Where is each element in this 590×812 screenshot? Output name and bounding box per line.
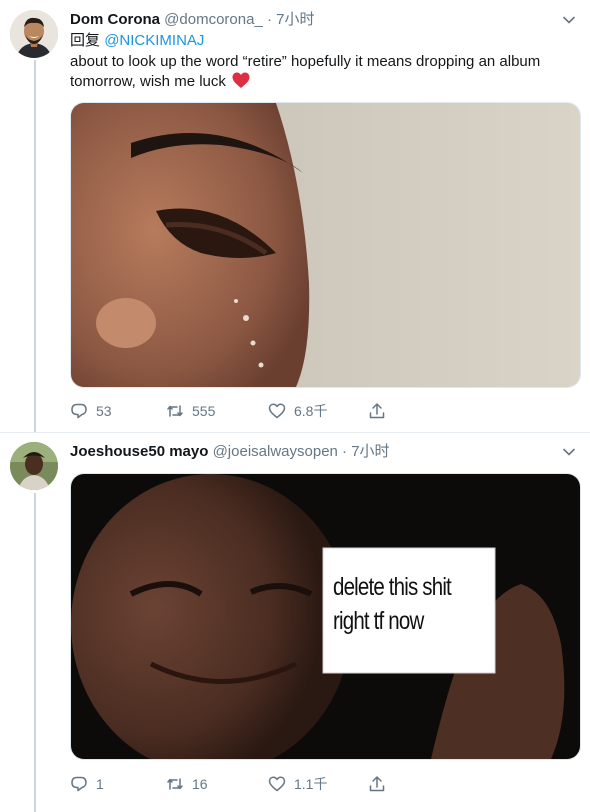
tweet-body: about to look up the word “retire” hopef…	[70, 53, 541, 90]
retweet-icon	[167, 778, 183, 790]
heart-emoji	[232, 72, 250, 95]
sign-line-2: right tf now	[333, 607, 424, 635]
tweet-header: Dom Corona @domcorona_ · 7小时	[70, 10, 314, 30]
thread-line	[34, 493, 36, 812]
timestamp[interactable]: 7小时	[351, 443, 389, 460]
tweet-1[interactable]: Dom Corona @domcorona_ · 7小时 回复 @NICKIMI…	[0, 0, 590, 432]
reply-icon	[71, 403, 87, 419]
share-button[interactable]	[368, 400, 386, 422]
share-button[interactable]	[368, 773, 386, 795]
thread-line	[34, 60, 36, 432]
avatar[interactable]	[10, 10, 58, 58]
retweet-count: 555	[192, 403, 216, 419]
timestamp[interactable]: 7小时	[276, 11, 314, 28]
sign-line-1: delete this shit	[333, 573, 452, 601]
reply-prefix: 回复	[70, 32, 101, 49]
reply-context: 回复 @NICKIMINAJ	[70, 31, 204, 51]
tweet-actions: 53 555 6.8千	[70, 400, 400, 422]
user-handle[interactable]: @domcorona_	[164, 11, 263, 28]
share-icon	[369, 403, 385, 419]
like-icon	[268, 403, 286, 419]
like-button[interactable]: 1.1千	[268, 773, 327, 795]
tweet-photo[interactable]: delete this shit right tf now	[70, 473, 581, 760]
reply-button[interactable]: 1	[70, 773, 104, 795]
retweet-icon	[167, 405, 183, 417]
chevron-down-icon[interactable]	[562, 13, 576, 27]
like-icon	[268, 776, 286, 792]
retweet-button[interactable]: 16	[166, 773, 208, 795]
reply-count: 53	[96, 403, 112, 419]
like-count: 6.8千	[294, 403, 328, 419]
tweet-header: Joeshouse50 mayo @joeisalwaysopen · 7小时	[70, 442, 390, 462]
reply-icon	[71, 776, 87, 792]
reply-count: 1	[96, 776, 104, 792]
user-handle[interactable]: @joeisalwaysopen	[213, 443, 338, 460]
separator-dot: ·	[266, 11, 272, 28]
tweet-text: about to look up the word “retire” hopef…	[70, 52, 575, 95]
retweet-button[interactable]: 555	[166, 400, 215, 422]
tweet-photo[interactable]	[70, 102, 581, 388]
photo-sign: delete this shit right tf now	[333, 570, 464, 638]
share-icon	[369, 776, 385, 792]
display-name[interactable]: Joeshouse50 mayo	[70, 443, 208, 460]
like-button[interactable]: 6.8千	[268, 400, 327, 422]
tweet-2[interactable]: Joeshouse50 mayo @joeisalwaysopen · 7小时 …	[0, 433, 590, 812]
separator-dot: ·	[342, 443, 348, 460]
reply-mention-link[interactable]: @NICKIMINAJ	[104, 32, 204, 49]
tweet-actions: 1 16 1.1千	[70, 773, 400, 795]
chevron-down-icon[interactable]	[562, 445, 576, 459]
retweet-count: 16	[192, 776, 208, 792]
reply-button[interactable]: 53	[70, 400, 112, 422]
like-count: 1.1千	[294, 776, 328, 792]
display-name[interactable]: Dom Corona	[70, 11, 160, 28]
avatar[interactable]	[10, 442, 58, 490]
